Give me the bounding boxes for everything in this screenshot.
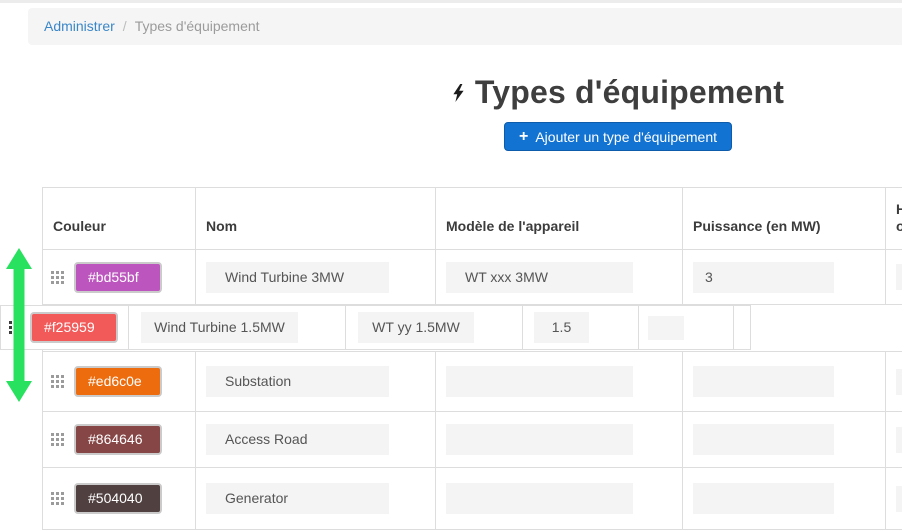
- lightning-bolt-icon: [452, 84, 465, 102]
- name-field[interactable]: Wind Turbine 3MW: [206, 262, 389, 293]
- model-field[interactable]: WT yy 1.5MW: [358, 312, 474, 343]
- height-field[interactable]: [896, 369, 902, 395]
- drag-direction-arrow-icon: [5, 248, 33, 402]
- name-field[interactable]: Substation: [206, 366, 389, 397]
- breadcrumb: Administrer / Types d'équipement: [28, 8, 902, 45]
- drag-handle-icon[interactable]: [51, 271, 64, 284]
- color-swatch[interactable]: #f25959: [30, 312, 118, 343]
- equipment-types-table: Couleur Nom Modèle de l'appareil Puissan…: [42, 187, 902, 530]
- column-header-couleur: Couleur: [43, 188, 196, 250]
- color-swatch[interactable]: #bd55bf: [74, 262, 162, 293]
- drag-handle-icon[interactable]: [51, 492, 64, 505]
- add-equipment-type-label: Ajouter un type d'équipement: [535, 129, 717, 145]
- table-row: #bd55bf Wind Turbine 3MW WT xxx 3MW 3: [43, 250, 902, 305]
- height-field[interactable]: [648, 316, 684, 340]
- color-swatch[interactable]: #ed6c0e: [74, 366, 162, 397]
- color-swatch[interactable]: #504040: [74, 483, 162, 514]
- height-field[interactable]: [896, 427, 902, 453]
- plus-icon: +: [519, 129, 528, 145]
- table-row: #864646 Access Road: [43, 412, 902, 468]
- column-header-puissance: Puissance (en MW): [683, 188, 886, 250]
- breadcrumb-link-administrer[interactable]: Administrer: [44, 18, 115, 34]
- model-field[interactable]: WT xxx 3MW: [446, 262, 633, 293]
- power-field[interactable]: [693, 366, 834, 397]
- power-field[interactable]: 3: [693, 262, 834, 293]
- height-field[interactable]: [896, 264, 902, 290]
- power-field[interactable]: [693, 424, 834, 455]
- add-equipment-type-button[interactable]: + Ajouter un type d'équipement: [504, 122, 732, 151]
- page-header: Types d'équipement + Ajouter un type d'é…: [28, 74, 902, 151]
- breadcrumb-separator: /: [123, 18, 127, 34]
- name-field[interactable]: Wind Turbine 1.5MW: [141, 312, 298, 343]
- name-field[interactable]: Access Road: [206, 424, 389, 455]
- dragged-row[interactable]: #f25959 Wind Turbine 1.5MW WT yy 1.5MW 1…: [0, 305, 751, 350]
- page-title: Types d'équipement: [475, 74, 784, 111]
- column-header-nom: Nom: [196, 188, 436, 250]
- model-field[interactable]: [446, 424, 633, 455]
- top-divider: [0, 0, 902, 3]
- color-swatch[interactable]: #864646: [74, 424, 162, 455]
- model-field[interactable]: [446, 483, 633, 514]
- power-field[interactable]: 1.5: [534, 312, 589, 343]
- breadcrumb-current: Types d'équipement: [135, 18, 260, 34]
- drag-handle-icon[interactable]: [51, 433, 64, 446]
- power-field[interactable]: [693, 483, 834, 514]
- table-header-row: Couleur Nom Modèle de l'appareil Puissan…: [43, 188, 902, 250]
- model-field[interactable]: [446, 366, 633, 397]
- column-header-modele: Modèle de l'appareil: [436, 188, 683, 250]
- column-header-hauteur: Haop: [886, 188, 902, 250]
- name-field[interactable]: Generator: [206, 483, 389, 514]
- drag-handle-icon[interactable]: [51, 375, 64, 388]
- height-field[interactable]: [896, 486, 902, 512]
- table-row: #ed6c0e Substation: [43, 352, 902, 412]
- table-row: #504040 Generator: [43, 468, 902, 530]
